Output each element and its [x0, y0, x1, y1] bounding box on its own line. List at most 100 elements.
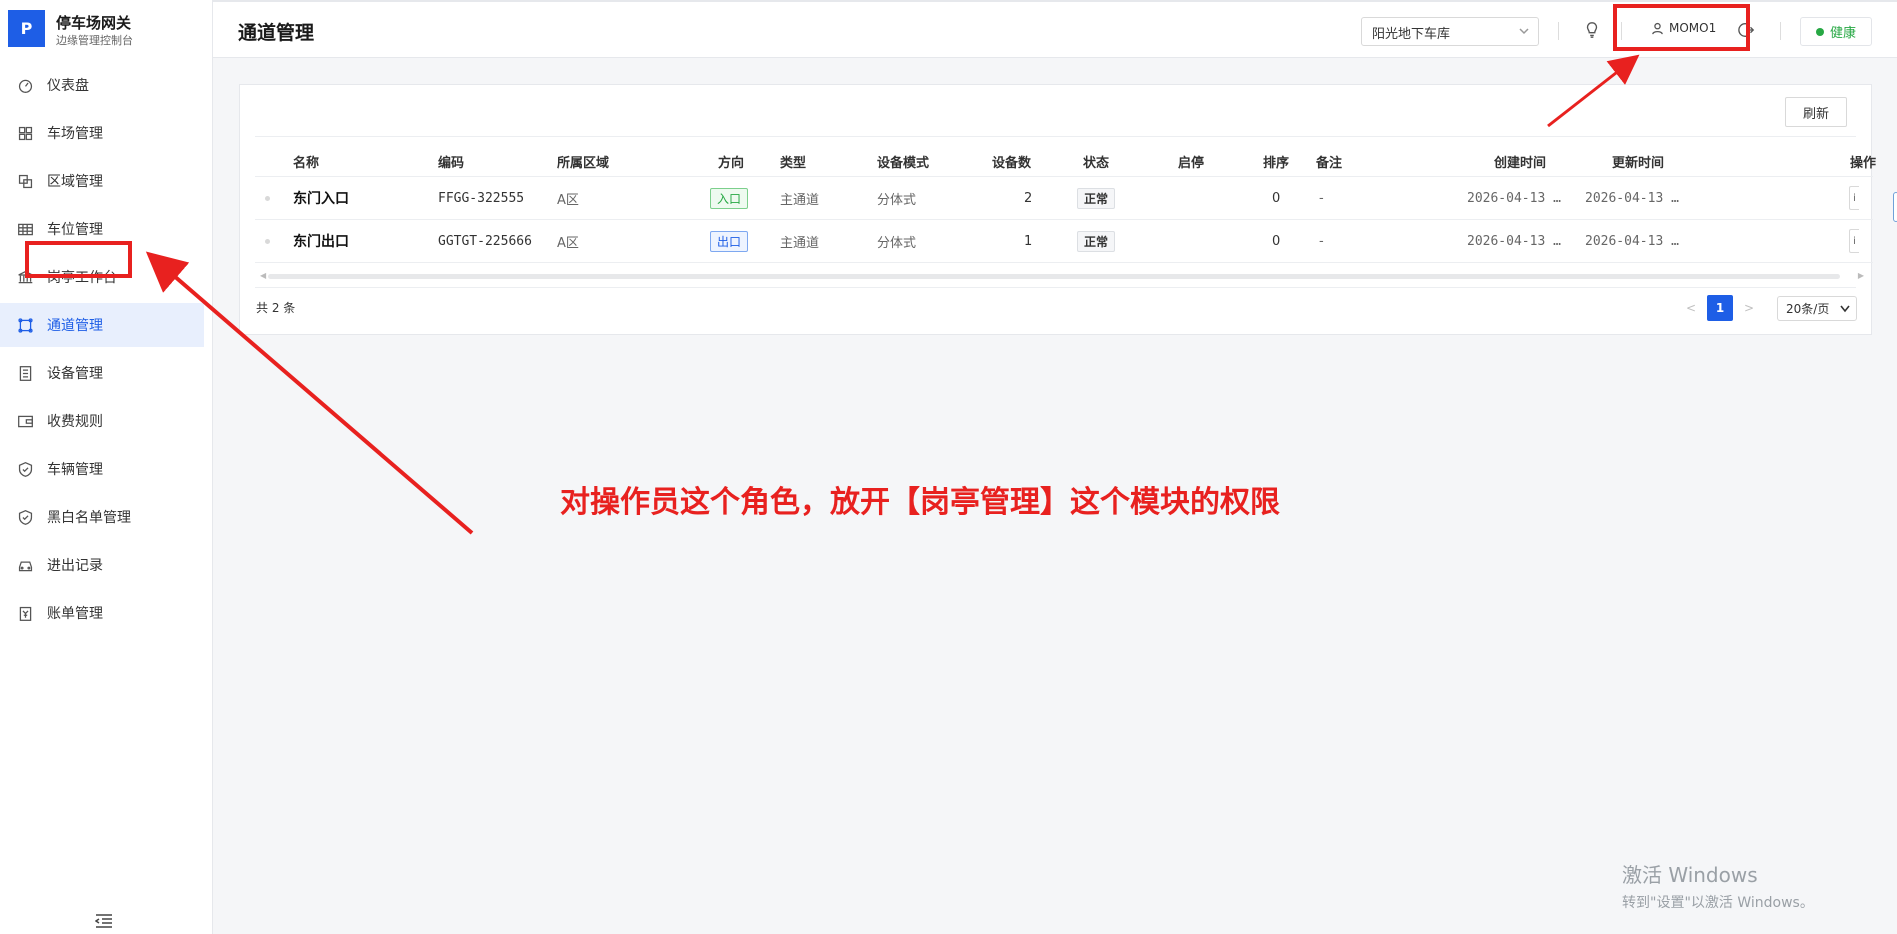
row-expand-icon[interactable]: [265, 195, 270, 201]
created-time: 2026-04-13 …: [1467, 190, 1561, 206]
grid-icon: [15, 123, 35, 143]
sidebar-item-dashboard[interactable]: 仪表盘: [0, 63, 212, 107]
refresh-button[interactable]: 刷新: [1785, 97, 1847, 127]
pagination: < 1 > 20条/页: [1679, 295, 1857, 321]
column-header-sort[interactable]: 排序: [1263, 147, 1289, 176]
chevron-down-icon: [1518, 25, 1530, 41]
direction-tag: 入口: [710, 187, 749, 209]
column-header-actions: 操作: [1850, 156, 1877, 171]
column-header-remark[interactable]: 备注: [1316, 147, 1342, 176]
parking-lot-select[interactable]: 阳光地下车库: [1361, 17, 1539, 46]
app-subtitle: 边缘管理控制台: [56, 34, 133, 47]
dashboard-icon: [15, 75, 35, 95]
remark-value: -: [1319, 233, 1324, 249]
wallet-icon: [15, 411, 35, 431]
sidebar-item-label: 区域管理: [47, 174, 103, 190]
scrollbar-thumb[interactable]: [268, 274, 1840, 279]
sidebar-nav: 仪表盘 车场管理 区域管理 车位管理 岗亭工作台 通道管理 设备管理 收费规则: [0, 63, 212, 639]
table-icon: [15, 219, 35, 239]
channel-code: FFGG-322555: [438, 190, 525, 206]
page-size-value: 20条/页: [1786, 301, 1830, 316]
total-count: 共 2 条: [256, 301, 296, 315]
updated-time: 2026-04-13 …: [1585, 233, 1679, 249]
prev-page-button[interactable]: <: [1679, 301, 1703, 315]
sidebar-item-label: 收费规则: [47, 414, 103, 430]
device-mode: 分体式: [877, 192, 917, 208]
column-header-code[interactable]: 编码: [438, 147, 464, 176]
table-header: 名称 编码 所属区域 方向 类型 设备模式 设备数 状态 启停 排序 备注 创建…: [255, 147, 1877, 177]
remark-value: -: [1319, 190, 1324, 206]
column-header-device-count[interactable]: 设备数: [992, 147, 1031, 176]
sidebar-item-bills[interactable]: 账单管理: [0, 591, 212, 635]
updated-time: 2026-04-13 …: [1585, 190, 1679, 206]
column-header-created[interactable]: 创建时间: [1494, 147, 1546, 176]
table-bottom-divider: [255, 287, 1856, 288]
sidebar-item-records[interactable]: 进出记录: [0, 543, 212, 587]
row-expand-icon[interactable]: [265, 238, 270, 244]
sidebar-item-label: 设备管理: [47, 366, 103, 382]
sidebar-item-label: 仪表盘: [47, 78, 89, 94]
device-icon: [15, 363, 35, 383]
car-icon: [15, 555, 35, 575]
sidebar-item-vehicles[interactable]: 车辆管理: [0, 447, 212, 491]
toolbar-divider: [255, 136, 1856, 137]
sidebar-item-label: 车辆管理: [47, 462, 103, 478]
column-header-mode[interactable]: 设备模式: [877, 147, 929, 176]
channel-code: GGTGT-225666: [438, 233, 532, 249]
parking-lot-value: 阳光地下车库: [1372, 27, 1451, 42]
channel-name: 东门入口: [293, 191, 349, 207]
sidebar-item-lots[interactable]: 车场管理: [0, 111, 212, 155]
channel-area: A区: [557, 235, 579, 251]
column-header-area[interactable]: 所属区域: [557, 147, 609, 176]
status-badge: 正常: [1077, 187, 1116, 209]
watermark-line-1: 激活 Windows: [1622, 863, 1758, 887]
table-row[interactable]: 东门入口 FFGG-322555 A区 入口 主通道 分体式 2 正常 0 - …: [255, 177, 1873, 220]
annotation-text: 对操作员这个角色，放开【岗亭管理】这个模块的权限: [560, 485, 1280, 520]
page-size-select[interactable]: 20条/页: [1777, 295, 1857, 321]
device-count: 2: [1024, 190, 1033, 206]
next-page-button[interactable]: >: [1737, 301, 1761, 315]
health-status-badge: 健康: [1800, 17, 1872, 46]
column-header-type[interactable]: 类型: [780, 147, 806, 176]
column-header-name[interactable]: 名称: [293, 147, 319, 176]
column-header-direction[interactable]: 方向: [718, 147, 744, 176]
health-label: 健康: [1829, 26, 1856, 41]
sidebar-item-areas[interactable]: 区域管理: [0, 159, 212, 203]
bill-icon: [15, 603, 35, 623]
page-1-button[interactable]: 1: [1707, 295, 1733, 321]
row-action-button[interactable]: i: [1849, 186, 1859, 210]
side-drawer-handle[interactable]: [1893, 192, 1897, 222]
column-header-updated[interactable]: 更新时间: [1612, 147, 1664, 176]
scroll-left-icon[interactable]: ◀: [260, 271, 266, 280]
column-header-status[interactable]: 状态: [1083, 147, 1109, 176]
sidebar-item-fees[interactable]: 收费规则: [0, 399, 212, 443]
sidebar-item-channels[interactable]: 通道管理: [0, 303, 204, 347]
device-count: 1: [1024, 233, 1033, 249]
channel-name: 东门出口: [293, 234, 349, 250]
brand: P 停车场网关 边缘管理控制台: [8, 10, 208, 50]
sidebar-item-devices[interactable]: 设备管理: [0, 351, 212, 395]
channel-table: 名称 编码 所属区域 方向 类型 设备模式 设备数 状态 启停 排序 备注 创建…: [255, 147, 1877, 263]
sort-value: 0: [1272, 233, 1281, 249]
chevron-down-icon: [1840, 305, 1850, 312]
collapse-sidebar-icon[interactable]: [94, 914, 113, 928]
sidebar-item-label: 进出记录: [47, 558, 103, 574]
header-divider: [1780, 22, 1781, 40]
annotation-box-user: [1613, 4, 1750, 51]
annotation-box-booth: [25, 241, 132, 278]
channel-type: 主通道: [780, 192, 820, 208]
device-mode: 分体式: [877, 235, 917, 251]
column-header-enable[interactable]: 启停: [1178, 147, 1204, 176]
lightbulb-icon[interactable]: [1581, 19, 1603, 41]
channel-icon: [15, 315, 35, 335]
sidebar-item-blacklist[interactable]: 黑白名单管理: [0, 495, 212, 539]
sidebar-item-label: 车位管理: [47, 222, 103, 238]
sidebar: P 停车场网关 边缘管理控制台 仪表盘 车场管理 区域管理 车位管理 岗亭工作台…: [0, 0, 213, 934]
scroll-right-icon[interactable]: ▶: [1858, 271, 1864, 280]
row-action-button[interactable]: i: [1849, 229, 1859, 253]
sidebar-item-label: 账单管理: [47, 606, 103, 622]
table-row[interactable]: 东门出口 GGTGT-225666 A区 出口 主通道 分体式 1 正常 0 -…: [255, 220, 1873, 263]
created-time: 2026-04-13 …: [1467, 233, 1561, 249]
horizontal-scrollbar[interactable]: ◀ ▶: [260, 271, 1864, 281]
sidebar-item-label: 车场管理: [47, 126, 103, 142]
